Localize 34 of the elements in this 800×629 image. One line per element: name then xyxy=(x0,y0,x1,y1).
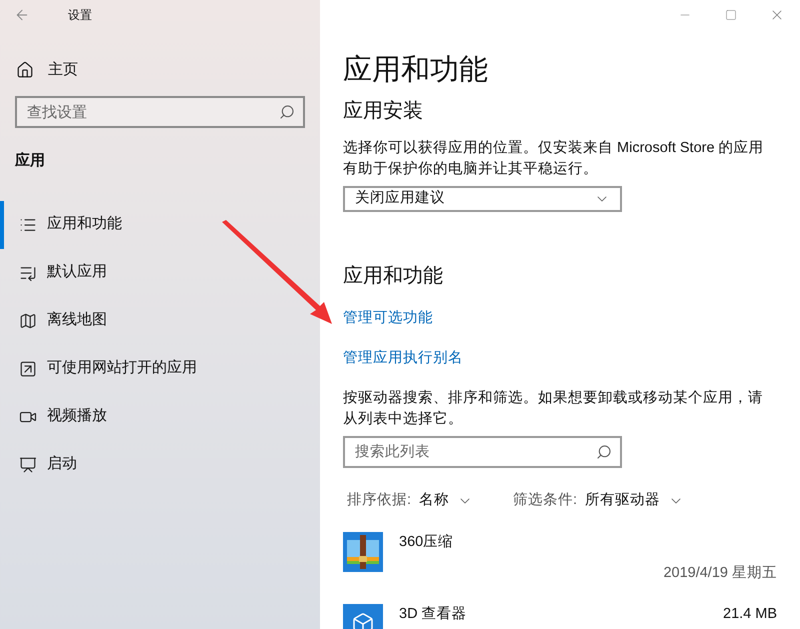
link[interactable]: 管理应用执行别名 xyxy=(343,348,463,368)
app-name: 360压缩 xyxy=(399,532,454,552)
filter-dropdown[interactable]: 筛选条件: 所有驱动器 xyxy=(513,490,684,512)
install-date: 2019/4/19 星期五 xyxy=(663,564,777,584)
link[interactable]: 管理可选功能 xyxy=(343,308,433,328)
app-name: 3D 查看器 xyxy=(399,604,467,624)
nav-item[interactable]: 默认应用 xyxy=(0,248,320,296)
map-icon xyxy=(19,312,37,330)
nav-item[interactable]: 视频播放 xyxy=(0,392,320,440)
app-source-dropdown[interactable]: 关闭应用建议 xyxy=(343,186,622,212)
window-title: 设置 xyxy=(68,7,92,24)
screen-arrow-icon xyxy=(19,456,37,474)
nav-item[interactable]: 可使用网站打开的应用 xyxy=(0,344,320,392)
section-heading: 应用 xyxy=(14,151,46,171)
home-link[interactable]: 主页 xyxy=(0,54,320,86)
section-heading: 应用和功能 xyxy=(343,264,444,289)
app-size: 21.4 MB xyxy=(723,604,777,624)
search-field[interactable]: 查找设置 xyxy=(15,96,305,128)
description: 按驱动器搜索、排序和筛选。如果想要卸载或移动某个应用，请从列表中选择它。 xyxy=(343,388,764,429)
section-heading: 应用安装 xyxy=(343,99,424,124)
page-title: 应用和功能 xyxy=(343,53,489,88)
back-icon[interactable] xyxy=(14,7,30,23)
nav-item[interactable]: 启动 xyxy=(0,440,320,488)
sort-dropdown[interactable]: 排序依据: 名称 xyxy=(347,490,474,512)
home-icon xyxy=(16,61,34,79)
app-list-item[interactable]: 3D 查看器 21.4 MB xyxy=(343,604,777,629)
search-icon xyxy=(596,444,612,460)
app-list-item[interactable]: 360压缩 2019/4/19 星期五 xyxy=(343,532,777,594)
description: 选择你可以获得应用的位置。仅安装来自 Microsoft Store 的应用有助于保护你的电脑并让其平稳运行。 xyxy=(343,138,765,179)
nav-item[interactable]: 离线地图 xyxy=(0,296,320,344)
maximize-icon[interactable] xyxy=(725,9,737,21)
archive-app-icon xyxy=(343,532,383,572)
search-icon xyxy=(279,104,295,120)
search-field[interactable]: 搜索此列表 xyxy=(343,436,622,468)
